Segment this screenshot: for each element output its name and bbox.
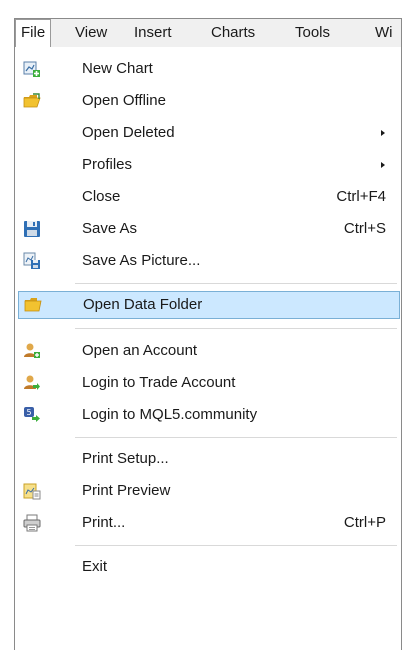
menu-file[interactable]: File bbox=[15, 19, 52, 47]
close-item[interactable]: Close Ctrl+F4 bbox=[15, 183, 401, 211]
file-menu-dropdown: New Chart Open Offline Open Deleted Prof… bbox=[15, 47, 401, 632]
menu-separator bbox=[75, 328, 397, 329]
profiles-label: Profiles bbox=[82, 156, 133, 173]
close-label: Close bbox=[82, 188, 121, 205]
open-deleted-label: Open Deleted bbox=[82, 124, 175, 141]
menu-window[interactable]: Wi bbox=[375, 19, 393, 47]
print-setup-label: Print Setup... bbox=[82, 450, 169, 467]
save-as-picture-label: Save As Picture... bbox=[82, 252, 201, 269]
exit-item[interactable]: Exit bbox=[15, 553, 401, 581]
submenu-arrow-icon bbox=[381, 162, 385, 168]
floppy-disk-icon bbox=[24, 221, 40, 237]
menu-charts[interactable]: Charts bbox=[211, 19, 255, 47]
print-setup-item[interactable]: Print Setup... bbox=[15, 445, 401, 473]
open-data-folder-item[interactable]: Open Data Folder bbox=[18, 291, 400, 319]
print-item[interactable]: Print... Ctrl+P bbox=[15, 509, 401, 537]
printer-icon bbox=[23, 514, 41, 532]
new-chart-icon bbox=[23, 61, 40, 77]
open-folder-icon bbox=[23, 93, 41, 108]
open-data-folder-label: Open Data Folder bbox=[83, 296, 203, 313]
new-chart-label: New Chart bbox=[82, 60, 153, 77]
menu-separator bbox=[75, 437, 397, 438]
folder-icon bbox=[24, 298, 42, 312]
login-trade-account-label: Login to Trade Account bbox=[82, 374, 236, 391]
print-preview-icon bbox=[23, 483, 41, 500]
profiles-item[interactable]: Profiles bbox=[15, 151, 401, 179]
print-label: Print... bbox=[82, 514, 126, 531]
menu-separator bbox=[75, 283, 397, 284]
open-offline-label: Open Offline bbox=[82, 92, 166, 109]
mql5-login-icon: 5 bbox=[24, 407, 40, 422]
open-offline-item[interactable]: Open Offline bbox=[15, 87, 401, 115]
svg-text:5: 5 bbox=[26, 408, 31, 417]
user-login-icon bbox=[24, 375, 40, 390]
save-as-item[interactable]: Save As Ctrl+S bbox=[15, 215, 401, 243]
menu-view[interactable]: View bbox=[75, 19, 107, 47]
menu-separator bbox=[75, 545, 397, 546]
exit-label: Exit bbox=[82, 558, 108, 575]
print-preview-label: Print Preview bbox=[82, 482, 171, 499]
print-shortcut: Ctrl+P bbox=[343, 514, 386, 531]
picture-save-icon bbox=[23, 252, 40, 269]
save-as-picture-item[interactable]: Save As Picture... bbox=[15, 247, 401, 275]
login-mql5-label: Login to MQL5.community bbox=[82, 406, 258, 423]
menu-bar: File View Insert Charts Tools Wi bbox=[15, 19, 401, 48]
new-chart-item[interactable]: New Chart bbox=[15, 55, 401, 83]
submenu-arrow-icon bbox=[381, 130, 385, 136]
save-as-shortcut: Ctrl+S bbox=[343, 220, 386, 237]
open-account-label: Open an Account bbox=[82, 342, 198, 359]
menu-insert[interactable]: Insert bbox=[134, 19, 172, 47]
open-deleted-item[interactable]: Open Deleted bbox=[15, 119, 401, 147]
open-account-item[interactable]: Open an Account bbox=[15, 337, 401, 365]
menu-tools[interactable]: Tools bbox=[295, 19, 330, 47]
close-shortcut: Ctrl+F4 bbox=[336, 188, 386, 205]
save-as-label: Save As bbox=[82, 220, 138, 237]
user-add-icon bbox=[24, 343, 40, 358]
login-trade-account-item[interactable]: Login to Trade Account bbox=[15, 369, 401, 397]
print-preview-item[interactable]: Print Preview bbox=[15, 477, 401, 505]
login-mql5-item[interactable]: 5 Login to MQL5.community bbox=[15, 401, 401, 429]
